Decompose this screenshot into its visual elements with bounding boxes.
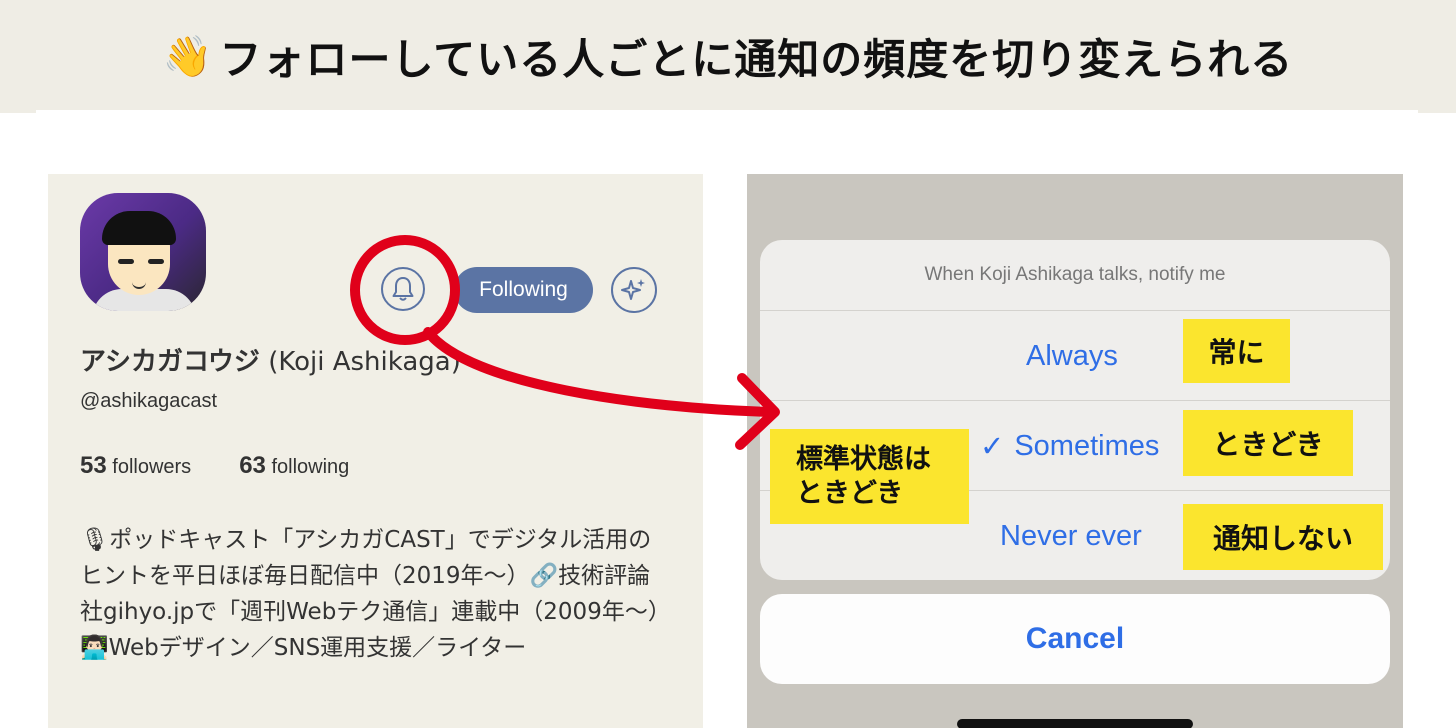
divider (36, 110, 1418, 116)
sparkle-button[interactable] (611, 267, 657, 313)
profile-stats: 53 followers 63 following (80, 452, 349, 480)
profile-name-jp: アシカガコウジ (80, 347, 260, 377)
followers-count: 53 (80, 452, 107, 479)
callout-default-line1: 標準状態は (796, 443, 931, 475)
notification-bell-button[interactable] (381, 267, 425, 311)
option-sometimes[interactable]: ✓ Sometimes (980, 401, 1159, 491)
callout-always: 常に (1183, 319, 1290, 383)
avatar-hair (102, 211, 176, 245)
following-stat[interactable]: 63 following (239, 452, 350, 479)
option-always-row[interactable]: Always (760, 310, 1390, 401)
page-title-text: フォローしている人ごとに通知の頻度を切り変えられる (219, 35, 1294, 84)
option-never[interactable]: Never ever (1000, 491, 1142, 580)
home-indicator (957, 719, 1193, 728)
callout-default: 標準状態は ときどき (770, 429, 969, 524)
profile-handle: @ashikagacast (80, 390, 218, 412)
following-button[interactable]: Following (454, 267, 593, 313)
profile-name: アシカガコウジ (Koji Ashikaga) (80, 341, 461, 378)
profile-panel: Following アシカガコウジ (Koji Ashikaga) @ashik… (48, 174, 703, 728)
avatar-eye (148, 259, 164, 264)
followers-label: followers (112, 456, 192, 478)
bell-icon (392, 277, 414, 301)
avatar-eye (118, 259, 134, 264)
option-always[interactable]: Always (1026, 311, 1118, 401)
following-label: following (271, 456, 350, 478)
cancel-button[interactable]: Cancel (760, 594, 1390, 684)
checkmark-icon: ✓ (980, 430, 1005, 463)
callout-sometimes: ときどき (1183, 410, 1353, 476)
following-count: 63 (239, 452, 266, 479)
page-title: 👋 フォローしている人ごとに通知の頻度を切り変えられる (0, 0, 1456, 113)
sheet-header: When Koji Ashikaga talks, notify me (924, 264, 1226, 285)
callout-never: 通知しない (1183, 504, 1383, 570)
callout-default-line2: ときどき (796, 477, 904, 509)
sparkle-icon (621, 279, 645, 300)
waving-hand-icon: 👋 (162, 34, 214, 80)
profile-name-en: (Koji Ashikaga) (268, 347, 461, 377)
followers-stat[interactable]: 53 followers (80, 452, 192, 479)
profile-bio: 🎙ポッドキャスト「アシカガCAST」でデジタル活用のヒントを平日ほぼ毎日配信中（… (80, 527, 660, 661)
option-sometimes-label: Sometimes (1014, 429, 1160, 462)
avatar[interactable] (80, 193, 206, 311)
